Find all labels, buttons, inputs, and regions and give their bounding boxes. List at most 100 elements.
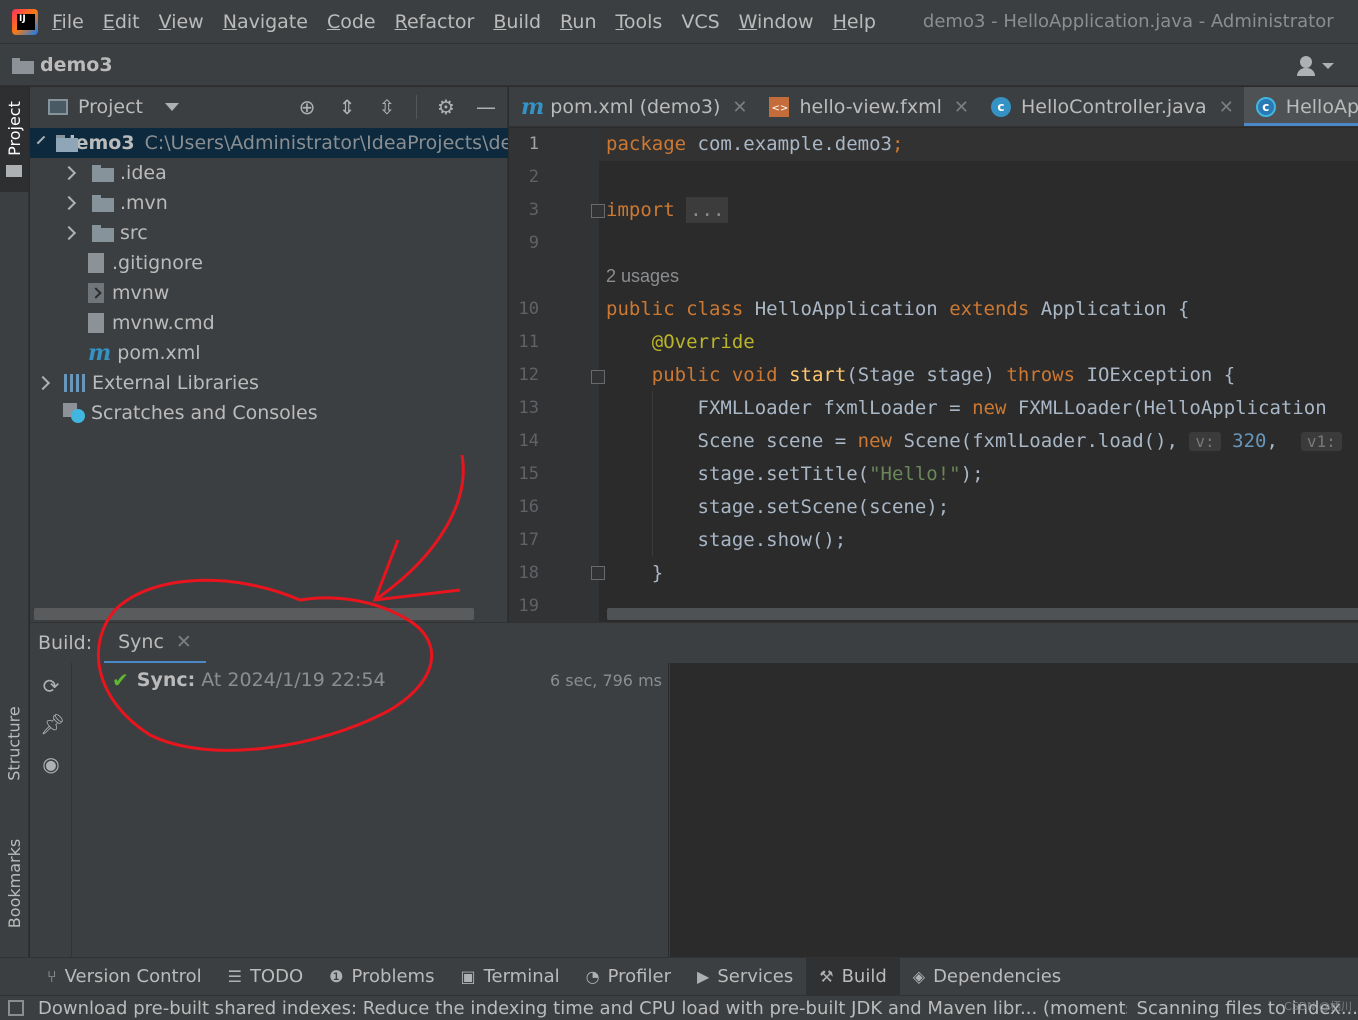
chevron-down-icon[interactable] bbox=[36, 135, 46, 145]
tab-hello-controller[interactable]: c HelloController.java ✕ bbox=[979, 87, 1244, 126]
refresh-icon[interactable]: ⟳ bbox=[40, 675, 62, 697]
menu-help[interactable]: Help bbox=[833, 11, 876, 33]
success-check-icon: ✔ bbox=[112, 668, 129, 692]
tool-services[interactable]: ▶ Services bbox=[684, 958, 806, 996]
stripe-tab-project[interactable]: Project bbox=[0, 87, 29, 192]
tool-todo[interactable]: ☰ TODO bbox=[215, 958, 317, 996]
close-icon[interactable]: ✕ bbox=[176, 631, 192, 653]
eye-icon[interactable]: ◉ bbox=[40, 753, 62, 775]
chevron-right-icon[interactable] bbox=[61, 195, 77, 211]
chevron-right-icon[interactable] bbox=[61, 225, 77, 241]
tree-item-pom[interactable]: m pom.xml bbox=[30, 338, 508, 368]
project-panel-title[interactable]: Project bbox=[78, 96, 143, 118]
layers-icon: ◈ bbox=[912, 967, 926, 986]
menu-refactor[interactable]: Refactor bbox=[395, 11, 475, 33]
code-editor[interactable]: 1 2 3 9 10 11 12 13 14 15 16 17 18 19 pa… bbox=[509, 128, 1358, 622]
watermark: CSDN @栖川 bbox=[1284, 1000, 1352, 1013]
tree-item-mvnw[interactable]: mvnw bbox=[30, 278, 508, 308]
line-number: 17 bbox=[518, 530, 539, 550]
java-class-icon: c bbox=[1255, 97, 1276, 117]
stripe-project-label: Project bbox=[5, 101, 24, 156]
tree-item-mvnw-cmd[interactable]: mvnw.cmd bbox=[30, 308, 508, 338]
tree-item-label: mvnw.cmd bbox=[112, 312, 215, 334]
gear-icon[interactable]: ⚙ bbox=[435, 96, 457, 118]
account-button[interactable] bbox=[1297, 54, 1340, 76]
tree-item-label: .mvn bbox=[120, 192, 168, 214]
stripe-structure-label: Structure bbox=[5, 705, 24, 781]
terminal-icon: ▣ bbox=[460, 967, 476, 986]
menu-navigate[interactable]: Navigate bbox=[223, 11, 308, 33]
tool-profiler[interactable]: ◔ Profiler bbox=[573, 958, 684, 996]
fold-toggle-icon[interactable] bbox=[591, 204, 605, 218]
code-line-1: package com.example.demo3; bbox=[606, 133, 904, 155]
project-horizontal-scrollbar[interactable] bbox=[34, 608, 474, 620]
menu-build[interactable]: Build bbox=[493, 11, 541, 33]
tool-version-control[interactable]: ⑂ Version Control bbox=[34, 958, 215, 996]
select-opened-file-icon[interactable]: ⊕ bbox=[296, 96, 318, 118]
tree-item-scratches[interactable]: Scratches and Consoles bbox=[30, 398, 508, 428]
branch-icon: ⑂ bbox=[47, 967, 57, 986]
tab-label: HelloApplicatic bbox=[1285, 96, 1358, 118]
project-view-icon bbox=[48, 99, 68, 115]
breadcrumb-project[interactable]: demo3 bbox=[40, 54, 113, 76]
tool-problems[interactable]: ❶ Problems bbox=[316, 958, 447, 996]
menu-file[interactable]: File bbox=[52, 11, 84, 33]
tab-sync[interactable]: Sync ✕ bbox=[104, 623, 206, 664]
toggle-tool-windows-icon[interactable] bbox=[8, 1000, 24, 1016]
code-line-18: } bbox=[651, 562, 664, 584]
tool-terminal[interactable]: ▣ Terminal bbox=[447, 958, 572, 996]
tree-item-gitignore[interactable]: .gitignore bbox=[30, 248, 508, 278]
menu-edit[interactable]: Edit bbox=[103, 11, 140, 33]
root-path: C:\Users\Administrator\IdeaProjects\der bbox=[144, 132, 508, 154]
fold-toggle-icon[interactable] bbox=[591, 566, 605, 580]
build-toolbar: ⟳ 📌︎ ◉ bbox=[30, 663, 72, 957]
scratches-icon bbox=[63, 403, 85, 423]
collapse-all-icon[interactable]: ⇳ bbox=[376, 96, 398, 118]
sync-label: Sync: bbox=[136, 669, 196, 691]
tab-pom-xml[interactable]: m pom.xml (demo3) ✕ bbox=[509, 87, 757, 126]
close-icon[interactable]: ✕ bbox=[732, 97, 747, 118]
pin-icon[interactable]: 📌︎ bbox=[40, 713, 65, 735]
tool-window-bar: ⑂ Version Control ☰ TODO ❶ Problems ▣ Termin… bbox=[0, 957, 1358, 996]
chevron-right-icon[interactable] bbox=[35, 375, 51, 391]
usages-hint[interactable]: 2 usages bbox=[606, 266, 679, 287]
tab-hello-view-fxml[interactable]: hello-view.fxml ✕ bbox=[757, 87, 978, 126]
menu-vcs[interactable]: VCS bbox=[681, 11, 719, 33]
tree-root-demo3[interactable]: demo3 C:\Users\Administrator\IdeaProject… bbox=[30, 128, 508, 158]
tree-item-mvn[interactable]: .mvn bbox=[30, 188, 508, 218]
build-output-console[interactable] bbox=[670, 663, 1358, 957]
menu-window[interactable]: Window bbox=[739, 11, 814, 33]
menu-run[interactable]: Run bbox=[560, 11, 596, 33]
close-icon[interactable]: ✕ bbox=[954, 97, 969, 118]
editor-tabs: m pom.xml (demo3) ✕ hello-view.fxml ✕ c … bbox=[509, 87, 1358, 127]
editor-horizontal-scrollbar[interactable] bbox=[607, 608, 1358, 620]
tree-item-external-libraries[interactable]: External Libraries bbox=[30, 368, 508, 398]
chevron-right-icon[interactable] bbox=[61, 165, 77, 181]
status-message[interactable]: Download pre-built shared indexes: Reduc… bbox=[38, 998, 1173, 1019]
sync-timestamp: At 2024/1/19 22:54 bbox=[201, 669, 386, 691]
tree-item-src[interactable]: src bbox=[30, 218, 508, 248]
tab-hello-application[interactable]: c HelloApplicatic bbox=[1243, 87, 1358, 126]
view-mode-dropdown-icon[interactable] bbox=[165, 103, 180, 111]
tab-label: HelloController.java bbox=[1020, 96, 1207, 118]
sync-result-row[interactable]: ✔ Sync: At 2024/1/19 22:54 bbox=[112, 668, 386, 692]
fold-toggle-icon[interactable] bbox=[591, 370, 605, 384]
code-line-13: FXMLLoader fxmlLoader = new FXMLLoader(H… bbox=[697, 397, 1327, 419]
parameter-hint: v: bbox=[1189, 432, 1221, 451]
stripe-tab-structure[interactable]: Structure bbox=[0, 687, 29, 799]
hide-panel-icon[interactable]: — bbox=[475, 96, 497, 118]
line-number: 2 bbox=[528, 167, 539, 187]
project-panel-header: Project ⊕ ⇕ ⇳ ⚙ — bbox=[30, 87, 507, 127]
folded-imports[interactable]: ... bbox=[686, 197, 729, 223]
menu-code[interactable]: Code bbox=[327, 11, 376, 33]
tree-item-idea[interactable]: .idea bbox=[30, 158, 508, 188]
line-number: 9 bbox=[528, 233, 539, 253]
stripe-tab-bookmarks[interactable]: Bookmarks bbox=[0, 823, 29, 943]
tree-item-label: mvnw bbox=[112, 282, 170, 304]
tool-build[interactable]: ⚒ Build bbox=[806, 957, 900, 996]
expand-all-icon[interactable]: ⇕ bbox=[336, 96, 358, 118]
close-icon[interactable]: ✕ bbox=[1219, 97, 1234, 118]
tool-dependencies[interactable]: ◈ Dependencies bbox=[900, 958, 1074, 996]
menu-view[interactable]: View bbox=[159, 11, 204, 33]
menu-tools[interactable]: Tools bbox=[616, 11, 663, 33]
